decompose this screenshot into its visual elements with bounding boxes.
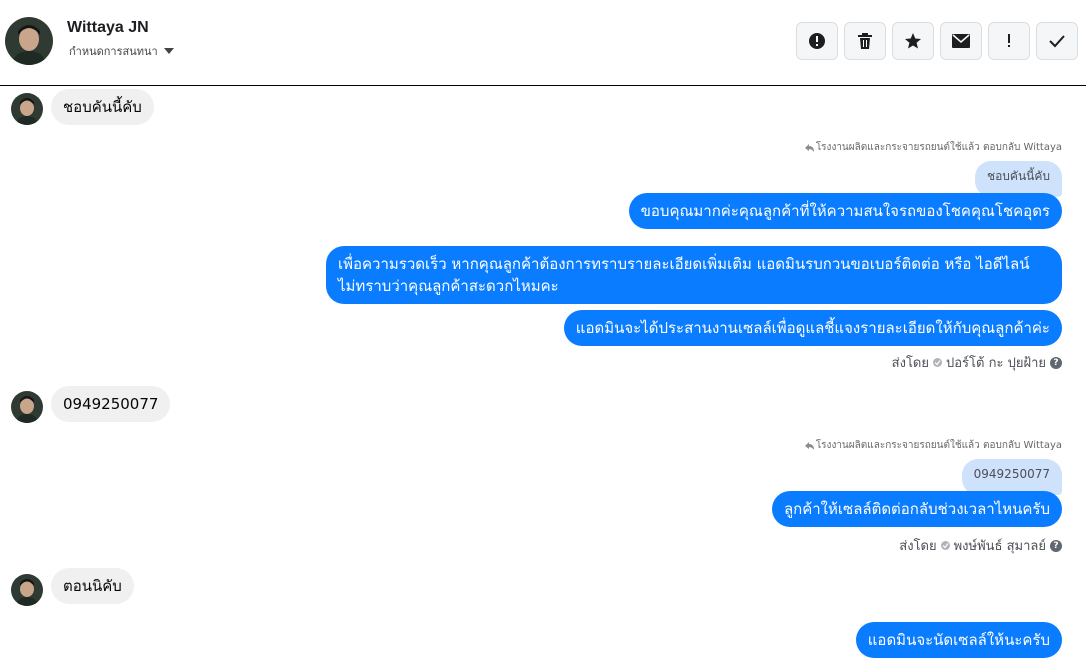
star-icon	[905, 33, 921, 49]
follow-up-button[interactable]	[988, 22, 1030, 60]
reply-note-text: โรงงานผลิตและกระจายรถยนต์ใช้แล้ว ตอบกลับ…	[815, 440, 1062, 451]
outgoing-message: ขอบคุณมากค่ะคุณลูกค้าที่ให้ความสนใจรถของ…	[628, 193, 1062, 229]
verified-icon	[940, 541, 950, 550]
reply-note: โรงงานผลิตและกระจายรถยนต์ใช้แล้ว ตอบกลับ…	[804, 438, 1062, 453]
contact-avatar-small	[11, 391, 43, 423]
contact-avatar-small	[11, 93, 43, 125]
action-toolbar	[796, 22, 1078, 60]
assign-conversation-dropdown[interactable]: กำหนดการสนทนา	[69, 42, 174, 60]
reply-note: โรงงานผลิตและกระจายรถยนต์ใช้แล้ว ตอบกลับ…	[804, 140, 1062, 155]
help-icon[interactable]: ?	[1050, 356, 1062, 369]
outgoing-message: แอดมินจะนัดเซลล์ให้นะครับ	[855, 622, 1062, 658]
star-button[interactable]	[892, 22, 934, 60]
mark-unread-button[interactable]	[940, 22, 982, 60]
sender-name: พงษ์พันธ์ สุมาลย์	[953, 539, 1046, 554]
incoming-message: ตอนนิคับ	[51, 568, 134, 604]
verified-icon	[933, 358, 942, 367]
assign-conversation-label: กำหนดการสนทนา	[69, 46, 158, 58]
sent-by-info: ส่งโดย ปอร์โต้ กะ ปุยฝ้าย ?	[892, 352, 1062, 373]
sent-by-label: ส่งโดย	[899, 539, 937, 554]
incoming-message: 0949250077	[51, 386, 171, 422]
contact-avatar[interactable]	[5, 17, 53, 65]
sent-by-info: ส่งโดย พงษ์พันธ์ สุมาลย์ ?	[899, 535, 1062, 556]
reply-arrow-icon	[804, 143, 814, 152]
outgoing-message: เพื่อความรวดเร็ว หากคุณลูกค้าต้องการทราบ…	[326, 246, 1062, 304]
help-icon[interactable]: ?	[1050, 539, 1062, 552]
exclamation-icon	[1008, 34, 1010, 47]
outgoing-message: แอดมินจะได้ประสานงานเซลล์เพื่อดูแลชี้แจง…	[563, 310, 1062, 346]
trash-icon	[858, 33, 872, 49]
delete-button[interactable]	[844, 22, 886, 60]
sent-by-label: ส่งโดย	[891, 356, 929, 371]
quoted-message: 0949250077	[961, 459, 1062, 495]
quoted-message: ชอบคันนี้คับ	[974, 161, 1062, 197]
contact-name: Wittaya JN	[67, 19, 149, 36]
chevron-down-icon	[163, 48, 174, 54]
conversation-header: Wittaya JN กำหนดการสนทนา	[0, 0, 1086, 86]
check-icon	[1049, 35, 1065, 48]
mark-spam-button[interactable]	[796, 22, 838, 60]
reply-arrow-icon	[804, 441, 814, 450]
sender-name: ปอร์โต้ กะ ปุยฝ้าย	[946, 356, 1046, 371]
envelope-icon	[952, 34, 970, 48]
outgoing-message: ลูกค้าให้เซลล์ติดต่อกลับช่วงเวลาไหนครับ	[771, 491, 1062, 527]
reply-note-text: โรงงานผลิตและกระจายรถยนต์ใช้แล้ว ตอบกลับ…	[815, 142, 1062, 153]
contact-avatar-small	[11, 574, 43, 606]
incoming-message: ชอบคันนี้คับ	[51, 89, 154, 125]
alert-circle-icon	[809, 33, 825, 49]
mark-done-button[interactable]	[1036, 22, 1078, 60]
